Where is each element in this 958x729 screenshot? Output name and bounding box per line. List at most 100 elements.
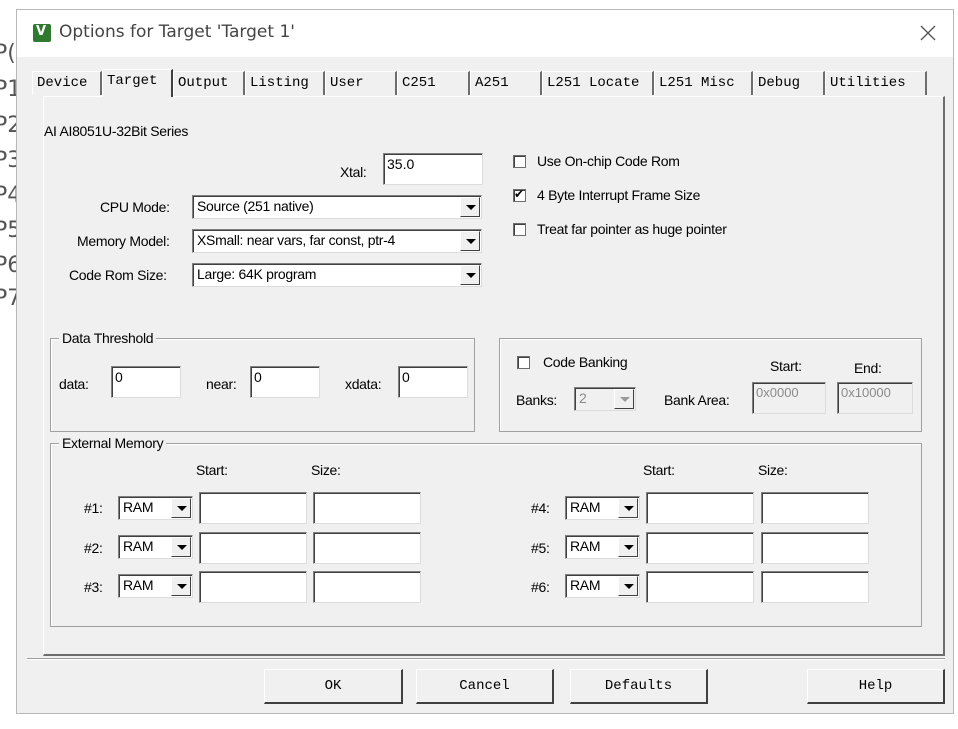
- ext-mem-row-5-start[interactable]: [646, 532, 754, 564]
- chevron-down-icon[interactable]: [460, 265, 480, 285]
- target-tab-panel: AI AI8051U-32Bit Series Xtal: 35.0 CPU M…: [43, 96, 945, 656]
- tab-output[interactable]: Output: [173, 71, 245, 95]
- banks-value: 2: [579, 390, 587, 406]
- chevron-down-icon[interactable]: [618, 537, 638, 557]
- ext-mem-row-1-start[interactable]: [199, 492, 307, 524]
- tab-utilities[interactable]: Utilities: [825, 71, 927, 95]
- far-as-huge-checkbox[interactable]: [513, 223, 526, 236]
- xdata-threshold-input[interactable]: 0: [398, 366, 468, 398]
- tab-user[interactable]: User: [325, 71, 397, 95]
- ext-mem-type-value: RAM: [570, 499, 601, 515]
- memory-model-select[interactable]: XSmall: near vars, far const, ptr-4: [192, 229, 482, 253]
- tab-device[interactable]: Device: [32, 71, 102, 95]
- bank-end-input[interactable]: 0x10000: [837, 382, 913, 414]
- ext-mem-row-1-size[interactable]: [313, 492, 421, 524]
- cpu-mode-value: Source (251 native): [197, 198, 314, 214]
- ext-mem-row-6-start[interactable]: [646, 571, 754, 603]
- banks-label: Banks:: [516, 392, 557, 408]
- ext-mem-row-4-type[interactable]: RAM: [565, 496, 640, 520]
- tab-l251-locate[interactable]: L251 Locate: [542, 71, 654, 95]
- ext-mem-type-value: RAM: [570, 538, 601, 554]
- code-rom-size-label: Code Rom Size:: [69, 267, 167, 283]
- ext-mem-row-1-type[interactable]: RAM: [118, 496, 193, 520]
- ext-size-header-left: Size:: [311, 462, 341, 478]
- bank-start-input[interactable]: 0x0000: [752, 382, 826, 414]
- data-label: data:: [59, 376, 89, 392]
- chevron-down-icon[interactable]: [460, 231, 480, 251]
- ext-mem-type-value: RAM: [123, 499, 154, 515]
- data-threshold-input[interactable]: 0: [111, 366, 181, 398]
- defaults-button[interactable]: Defaults: [570, 669, 708, 704]
- xtal-input[interactable]: 35.0: [383, 153, 483, 185]
- chevron-down-icon[interactable]: [171, 498, 191, 518]
- options-dialog: Options for Target 'Target 1' Device Tar…: [16, 9, 954, 714]
- window-title: Options for Target 'Target 1': [59, 22, 295, 42]
- memory-model-value: XSmall: near vars, far const, ptr-4: [197, 232, 396, 248]
- tab-listing[interactable]: Listing: [245, 71, 325, 95]
- code-rom-size-select[interactable]: Large: 64K program: [192, 263, 482, 287]
- ext-mem-type-value: RAM: [123, 538, 154, 554]
- xdata-label: xdata:: [345, 376, 382, 392]
- background-text: P(: [0, 41, 16, 66]
- tab-debug[interactable]: Debug: [753, 71, 825, 95]
- data-threshold-group: Data Threshold data: 0 near: 0 xdata: 0: [50, 330, 475, 432]
- ext-mem-type-value: RAM: [570, 577, 601, 593]
- chevron-down-icon[interactable]: [614, 389, 634, 409]
- ext-mem-row-4-label: #4:: [531, 500, 550, 516]
- ok-button[interactable]: OK: [264, 669, 403, 704]
- four-byte-interrupt-label: 4 Byte Interrupt Frame Size: [537, 187, 701, 203]
- ext-mem-row-6-size[interactable]: [761, 571, 869, 603]
- code-banking-checkbox[interactable]: [517, 356, 530, 369]
- ext-mem-row-3-size[interactable]: [313, 571, 421, 603]
- cancel-button[interactable]: Cancel: [416, 669, 554, 704]
- ext-size-header-right: Size:: [758, 462, 788, 478]
- device-name: AI AI8051U-32Bit Series: [44, 123, 189, 139]
- help-button[interactable]: Help: [807, 669, 945, 704]
- tab-a251[interactable]: A251: [470, 71, 542, 95]
- ext-mem-row-2-size[interactable]: [313, 532, 421, 564]
- cpu-mode-label: CPU Mode:: [100, 199, 170, 215]
- code-rom-size-value: Large: 64K program: [197, 266, 317, 282]
- use-onchip-code-rom-checkbox[interactable]: [513, 155, 526, 168]
- cpu-mode-select[interactable]: Source (251 native): [192, 195, 482, 219]
- ext-mem-row-6-label: #6:: [531, 579, 550, 595]
- use-onchip-code-rom-label: Use On-chip Code Rom: [537, 153, 680, 169]
- bank-area-label: Bank Area:: [664, 392, 730, 408]
- ext-mem-row-5-label: #5:: [531, 540, 550, 556]
- ext-mem-row-1-label: #1:: [84, 500, 103, 516]
- title-bar: Options for Target 'Target 1': [17, 10, 953, 57]
- keil-app-icon: [33, 24, 51, 42]
- ext-mem-row-4-size[interactable]: [761, 492, 869, 524]
- external-memory-group: External Memory Start: Size: Start: Size…: [50, 435, 922, 627]
- xtal-label: Xtal:: [340, 164, 367, 180]
- near-threshold-input[interactable]: 0: [250, 366, 320, 398]
- chevron-down-icon[interactable]: [460, 197, 480, 217]
- ext-mem-row-2-start[interactable]: [199, 532, 307, 564]
- ext-mem-row-5-type[interactable]: RAM: [565, 535, 640, 559]
- ext-mem-row-4-start[interactable]: [646, 492, 754, 524]
- external-memory-title: External Memory: [59, 435, 167, 451]
- chevron-down-icon[interactable]: [618, 498, 638, 518]
- ext-mem-row-5-size[interactable]: [761, 532, 869, 564]
- memory-model-label: Memory Model:: [77, 233, 170, 249]
- button-separator: [27, 658, 945, 660]
- ext-start-header-right: Start:: [643, 462, 675, 478]
- banks-select[interactable]: 2: [574, 387, 636, 411]
- tab-l251-misc[interactable]: L251 Misc: [654, 71, 753, 95]
- ext-mem-row-3-start[interactable]: [199, 571, 307, 603]
- bank-end-label: End:: [854, 360, 882, 376]
- chevron-down-icon[interactable]: [618, 576, 638, 596]
- four-byte-interrupt-checkbox[interactable]: [513, 187, 526, 202]
- tab-c251[interactable]: C251: [397, 71, 470, 95]
- ext-mem-row-2-type[interactable]: RAM: [118, 535, 193, 559]
- ext-mem-row-6-type[interactable]: RAM: [565, 574, 640, 598]
- code-banking-group: Code Banking Start: End: Banks: 2 Bank A…: [499, 338, 922, 432]
- chevron-down-icon[interactable]: [171, 537, 191, 557]
- ext-mem-row-3-type[interactable]: RAM: [118, 574, 193, 598]
- ext-mem-row-2-label: #2:: [84, 540, 103, 556]
- chevron-down-icon[interactable]: [171, 576, 191, 596]
- close-icon: [920, 25, 936, 41]
- tab-target[interactable]: Target: [102, 69, 173, 97]
- near-label: near:: [206, 376, 237, 392]
- close-button[interactable]: [917, 22, 939, 44]
